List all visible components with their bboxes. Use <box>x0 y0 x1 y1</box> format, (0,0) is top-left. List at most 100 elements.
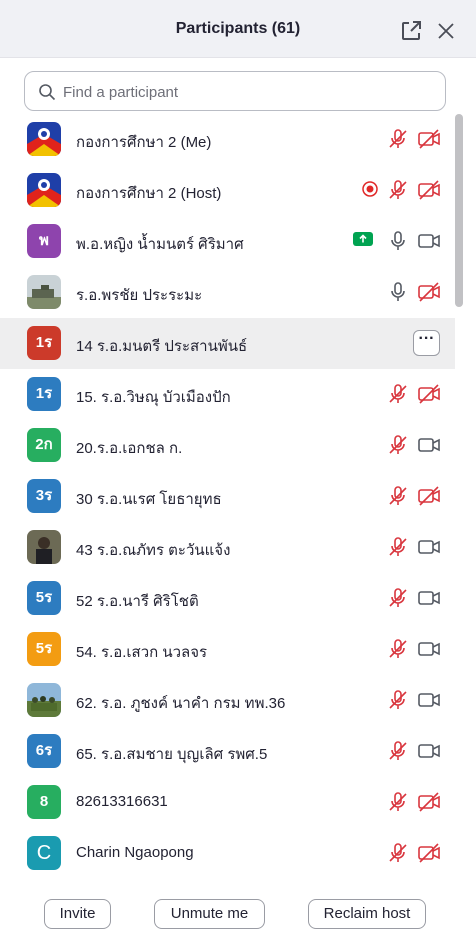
avatar <box>27 530 61 564</box>
status-icons <box>353 179 441 201</box>
participant-row[interactable]: 3ร 30 ร.อ.นเรศ โยธายุทธ <box>0 471 455 522</box>
participant-row[interactable]: ร.อ.พรชัย ประระมะ <box>0 267 455 318</box>
participant-row[interactable]: 43 ร.อ.ณภัทร ตะวันแจ้ง <box>0 522 455 573</box>
status-icons <box>379 434 441 456</box>
status-icons <box>379 485 441 507</box>
mic-muted-icon[interactable] <box>387 536 409 558</box>
participant-name: ร.อ.พรชัย ประระมะ <box>76 287 203 304</box>
avatar <box>27 683 61 717</box>
scrollbar-thumb[interactable] <box>455 114 463 307</box>
avatar: 5ร <box>27 581 61 615</box>
search-icon <box>39 84 56 101</box>
mic-muted-icon[interactable] <box>387 638 409 660</box>
avatar: C <box>27 836 61 870</box>
avatar: พ <box>27 224 61 258</box>
status-icons <box>379 536 441 558</box>
scrollbar[interactable] <box>455 114 463 882</box>
participant-name: 65. ร.อ.สมชาย บุญเลิศ รพศ.5 <box>76 746 268 763</box>
participant-name: กองการศึกษา 2 (Host) <box>76 185 222 202</box>
avatar: 8 <box>27 785 61 819</box>
recording-icon <box>361 180 379 202</box>
mic-muted-icon[interactable] <box>387 179 409 201</box>
mic-icon[interactable] <box>387 281 409 303</box>
participant-row[interactable]: 8 82613316631 <box>0 777 455 828</box>
more-options-button[interactable]: ··· <box>413 330 440 356</box>
mic-muted-icon[interactable] <box>387 434 409 456</box>
avatar: 1ร <box>27 326 61 360</box>
unmute-me-button[interactable]: Unmute me <box>154 899 265 929</box>
video-icon[interactable] <box>417 536 441 558</box>
participant-name: Charin Ngaopong <box>76 844 194 861</box>
participant-row[interactable]: 5ร 52 ร.อ.นารี ศิริโชติ <box>0 573 455 624</box>
participant-row[interactable]: 6ร 65. ร.อ.สมชาย บุญเลิศ รพศ.5 <box>0 726 455 777</box>
avatar <box>27 275 61 309</box>
status-icons <box>379 383 441 405</box>
participant-row[interactable]: 1ร 14 ร.อ.มนตรี ประสานพันธ์ ··· <box>0 318 455 369</box>
status-icons <box>379 740 441 762</box>
video-off-icon[interactable] <box>417 128 441 150</box>
mic-muted-icon[interactable] <box>387 689 409 711</box>
participant-row[interactable]: พ พ.อ.หญิง น้ำมนตร์ ศิริมาศ <box>0 216 455 267</box>
avatar: 1ร <box>27 377 61 411</box>
mic-muted-icon[interactable] <box>387 842 409 864</box>
participant-row[interactable]: 62. ร.อ. ภูชงค์ นาคำ กรม ทพ.36 <box>0 675 455 726</box>
video-icon[interactable] <box>417 740 441 762</box>
participant-name: พ.อ.หญิง น้ำมนตร์ ศิริมาศ <box>76 236 244 253</box>
participant-name: 52 ร.อ.นารี ศิริโชติ <box>76 593 199 610</box>
video-icon[interactable] <box>417 230 441 252</box>
invite-button[interactable]: Invite <box>44 899 111 929</box>
mic-muted-icon[interactable] <box>387 383 409 405</box>
video-off-icon[interactable] <box>417 179 441 201</box>
mic-muted-icon[interactable] <box>387 791 409 813</box>
participant-name: กองการศึกษา 2 (Me) <box>76 134 212 151</box>
participant-name: 82613316631 <box>76 793 168 810</box>
search-input[interactable] <box>61 78 435 106</box>
participant-row[interactable]: กองการศึกษา 2 (Me) <box>0 114 455 165</box>
avatar: 2ก <box>27 428 61 462</box>
video-icon[interactable] <box>417 587 441 609</box>
footer-bar: Invite Unmute me Reclaim host <box>0 882 476 951</box>
close-icon[interactable] <box>434 19 458 43</box>
participant-name: 14 ร.อ.มนตรี ประสานพันธ์ <box>76 338 248 355</box>
status-icons <box>379 587 441 609</box>
video-off-icon[interactable] <box>417 842 441 864</box>
status-icons <box>379 128 441 150</box>
avatar <box>27 173 61 207</box>
mic-icon[interactable] <box>387 230 409 252</box>
avatar: 5ร <box>27 632 61 666</box>
participant-name: 20.ร.อ.เอกชล ก. <box>76 440 183 457</box>
status-icons <box>345 230 441 252</box>
avatar: 6ร <box>27 734 61 768</box>
video-off-icon[interactable] <box>417 791 441 813</box>
video-off-icon[interactable] <box>417 281 441 303</box>
status-icons <box>379 791 441 813</box>
video-off-icon[interactable] <box>417 383 441 405</box>
participant-row[interactable]: 1ร 15. ร.อ.วิษณุ บัวเมืองปัก <box>0 369 455 420</box>
video-off-icon[interactable] <box>417 485 441 507</box>
mic-muted-icon[interactable] <box>387 128 409 150</box>
video-icon[interactable] <box>417 434 441 456</box>
status-icons <box>379 281 441 303</box>
status-icons <box>379 638 441 660</box>
participant-name: 30 ร.อ.นเรศ โยธายุทธ <box>76 491 222 508</box>
participant-name: 15. ร.อ.วิษณุ บัวเมืองปัก <box>76 389 231 406</box>
video-icon[interactable] <box>417 638 441 660</box>
participant-row[interactable]: กองการศึกษา 2 (Host) <box>0 165 455 216</box>
avatar: 3ร <box>27 479 61 513</box>
reclaim-host-button[interactable]: Reclaim host <box>308 899 426 929</box>
status-icons <box>379 689 441 711</box>
status-icons <box>379 842 441 864</box>
mic-muted-icon[interactable] <box>387 740 409 762</box>
panel-header: Participants (61) <box>0 0 476 58</box>
share-screen-icon <box>353 232 373 254</box>
participant-row[interactable]: C Charin Ngaopong <box>0 828 455 879</box>
participant-list: กองการศึกษา 2 (Me) กองการศึกษา 2 (Host) พพ… <box>0 114 455 882</box>
participant-row[interactable]: 5ร 54. ร.อ.เสวก นวลจร <box>0 624 455 675</box>
participant-row[interactable]: 2ก 20.ร.อ.เอกชล ก. <box>0 420 455 471</box>
avatar <box>27 122 61 156</box>
popout-icon[interactable] <box>399 19 423 43</box>
participant-name: 54. ร.อ.เสวก นวลจร <box>76 644 208 661</box>
mic-muted-icon[interactable] <box>387 587 409 609</box>
video-icon[interactable] <box>417 689 441 711</box>
mic-muted-icon[interactable] <box>387 485 409 507</box>
